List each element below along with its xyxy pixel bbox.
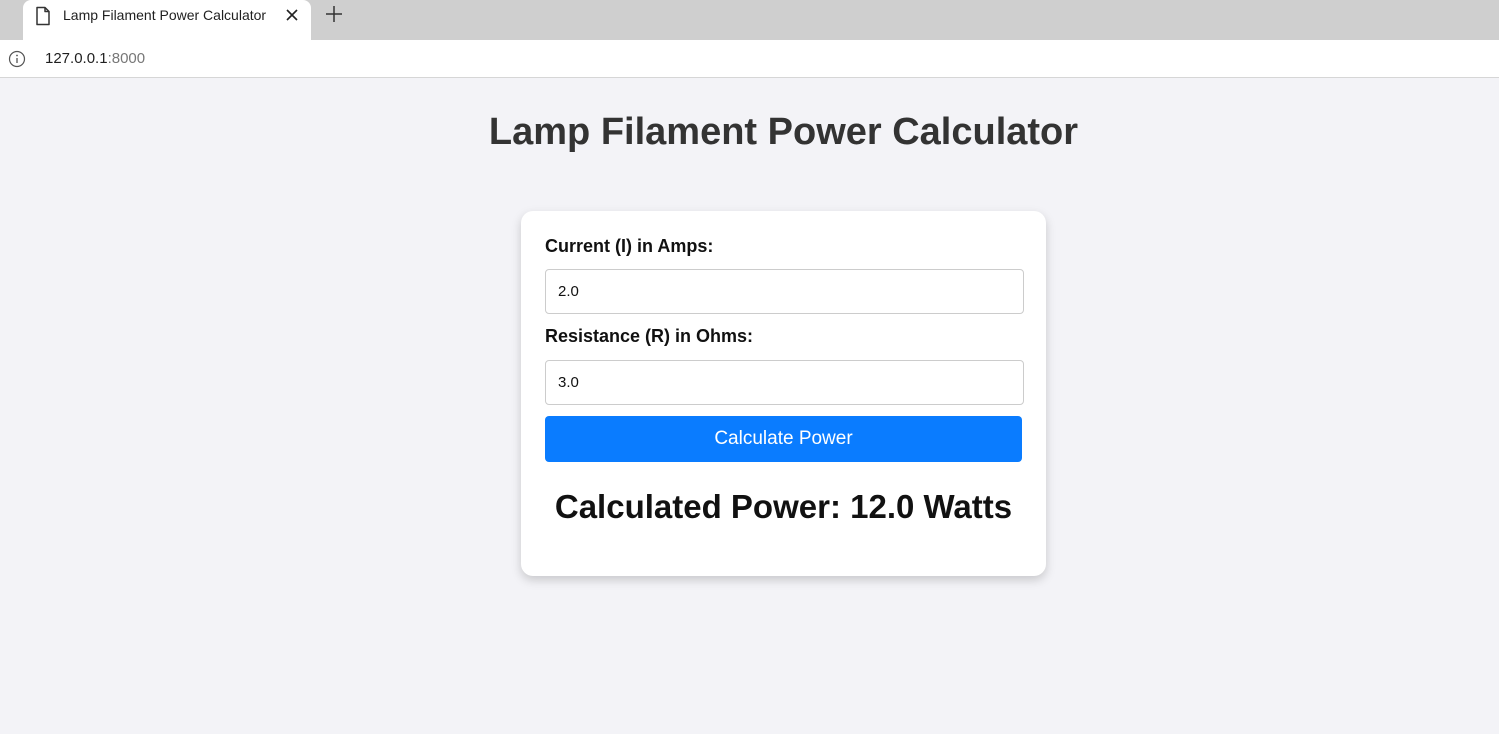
resistance-label: Resistance (R) in Ohms: (545, 326, 754, 346)
calculate-power-button[interactable]: Calculate Power (545, 416, 1022, 462)
url-host: 127.0.0.1 (45, 50, 108, 67)
resistance-input[interactable] (545, 360, 1024, 405)
tab-title: Lamp Filament Power Calculator (63, 7, 267, 23)
current-label: Current (I) in Amps: (545, 236, 714, 256)
result-value: 12.0 (850, 488, 915, 525)
browser-tabstrip: Lamp Filament Power Calculator (0, 0, 1499, 40)
url-port: :8000 (107, 50, 146, 67)
result-text: Calculated Power: 12.0 Watts (521, 486, 1046, 528)
calculator-card: Current (I) in Amps: Resistance (R) in O… (521, 211, 1046, 576)
browser-tab[interactable]: Lamp Filament Power Calculator (23, 0, 311, 40)
result-unit: Watts (914, 488, 1013, 525)
page-icon (35, 6, 51, 26)
info-icon[interactable] (8, 50, 26, 68)
result-prefix: Calculated Power: (554, 488, 851, 525)
url-text[interactable]: 127.0.0.1:8000 (45, 50, 145, 68)
page-title: Lamp Filament Power Calculator (488, 111, 1079, 153)
plus-icon[interactable] (324, 4, 344, 24)
current-input[interactable] (545, 269, 1024, 314)
address-bar[interactable]: 127.0.0.1:8000 (0, 40, 1499, 78)
close-icon[interactable] (284, 7, 300, 23)
